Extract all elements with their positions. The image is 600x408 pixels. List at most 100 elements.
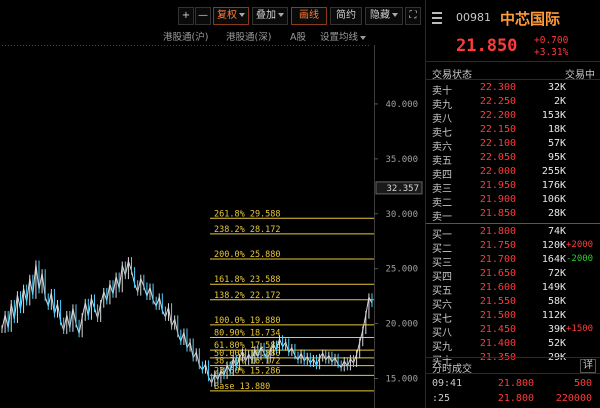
orderbook-row[interactable]: 卖八 22.200 153K — [426, 110, 600, 125]
orderbook-row[interactable]: 卖二 21.900 106K — [426, 194, 600, 209]
grid-dot — [80, 45, 81, 46]
grid-dot — [155, 45, 156, 46]
trades-detail-button[interactable]: 详 — [580, 359, 596, 373]
grid-dot — [14, 45, 15, 46]
orderbook-row[interactable]: 卖一 21.850 28K — [426, 208, 600, 223]
orderbook-row[interactable]: 买五 21.600 149K — [426, 282, 600, 297]
trade-volume: 220000 — [555, 393, 592, 404]
price-tick-label: 30.000 — [385, 210, 418, 220]
grid-dot — [11, 45, 12, 46]
orderbook-level-label: 买八 — [432, 328, 452, 339]
orderbook-row[interactable]: 买三 21.700 164K -2000 — [426, 254, 600, 269]
grid-dot — [203, 45, 204, 46]
orderbook-price: 22.000 — [479, 166, 516, 177]
grid-dot — [359, 45, 360, 46]
grid-dot — [53, 45, 54, 46]
grid-dot — [149, 45, 150, 46]
bars-icon[interactable] — [432, 12, 442, 24]
grid-dot — [287, 45, 288, 46]
grid-dot — [239, 45, 240, 46]
grid-dot — [95, 45, 96, 46]
grid-dot — [248, 45, 249, 46]
orderbook-delta: +1500 — [566, 324, 594, 334]
grid-dot — [326, 45, 327, 46]
grid-dot — [335, 45, 336, 46]
grid-dot — [98, 45, 99, 46]
trade-time: :25 — [432, 393, 451, 404]
chart-area[interactable]: + — 复权 叠加 画线 简约 隐藏 ⛶ 港股通(沪) 港股通(深) A股 设置… — [0, 0, 425, 408]
orderbook-divider — [426, 223, 600, 224]
orderbook-row[interactable]: 卖六 22.100 57K — [426, 138, 600, 153]
trade-time: 09:41 — [432, 378, 463, 389]
grid-dot — [71, 45, 72, 46]
grid-dot — [113, 45, 114, 46]
grid-dot — [104, 45, 105, 46]
orderbook-row[interactable]: 买一 21.800 74K — [426, 226, 600, 241]
orderbook-volume: 57K — [547, 138, 566, 149]
orderbook-row[interactable]: 卖九 22.250 2K — [426, 96, 600, 111]
grid-dot — [296, 45, 297, 46]
grid-dot — [83, 45, 84, 46]
orderbook-delta: +2000 — [566, 240, 594, 250]
orderbook-row[interactable]: 买二 21.750 120K +2000 — [426, 240, 600, 255]
orderbook-row[interactable]: 卖五 22.050 95K — [426, 152, 600, 167]
orderbook-price: 22.100 — [479, 138, 516, 149]
grid-dot — [260, 45, 261, 46]
orderbook-price: 21.850 — [479, 208, 516, 219]
grid-dot — [122, 45, 123, 46]
grid-dot — [263, 45, 264, 46]
orderbook-row[interactable]: 买七 21.500 112K — [426, 310, 600, 325]
orderbook-row[interactable]: 卖四 22.000 255K — [426, 166, 600, 181]
orderbook-level-label: 买七 — [432, 314, 452, 325]
orderbook-price: 21.550 — [479, 296, 516, 307]
grid-dot — [59, 45, 60, 46]
grid-dot — [77, 45, 78, 46]
trade-price: 21.800 — [497, 393, 534, 404]
kline-chart[interactable]: 40.000 35.000 30.000 25.000 20.000 15.000 32.3… — [0, 0, 425, 408]
grid-dot — [305, 45, 306, 46]
orderbook-level-label: 买一 — [432, 230, 452, 241]
grid-dot — [302, 45, 303, 46]
trade-volume: 500 — [573, 378, 592, 389]
grid-dot — [227, 45, 228, 46]
orderbook-level-label: 买四 — [432, 272, 452, 283]
grid-dot — [50, 45, 51, 46]
last-price: 21.850 — [456, 36, 518, 56]
orderbook-row[interactable]: 买四 21.650 72K — [426, 268, 600, 283]
orderbook-row[interactable]: 买六 21.550 58K — [426, 296, 600, 311]
orderbook-volume: 58K — [547, 296, 566, 307]
orderbook-level-label: 卖五 — [432, 156, 452, 167]
orderbook-level-label: 卖六 — [432, 142, 452, 153]
grid-dot — [242, 45, 243, 46]
orderbook-row[interactable]: 卖十 22.300 32K — [426, 82, 600, 97]
grid-dot — [146, 45, 147, 46]
grid-dot — [5, 45, 6, 46]
grid-dot — [194, 45, 195, 46]
grid-dot — [164, 45, 165, 46]
grid-dot — [368, 45, 369, 46]
trades-header: 分时成交 详 — [426, 357, 600, 375]
grid-dot — [317, 45, 318, 46]
orderbook-row[interactable]: 买九 21.400 52K — [426, 338, 600, 353]
orderbook-row[interactable]: 买八 21.450 39K +1500 — [426, 324, 600, 339]
orderbook-level-label: 买三 — [432, 258, 452, 269]
grid-dot — [311, 45, 312, 46]
grid-dot — [212, 45, 213, 46]
grid-dot — [221, 45, 222, 46]
orderbook-row[interactable]: 卖三 21.950 176K — [426, 180, 600, 195]
orderbook-row[interactable]: 卖七 22.150 18K — [426, 124, 600, 139]
grid-dot — [26, 45, 27, 46]
grid-dot — [131, 45, 132, 46]
grid-dot — [329, 45, 330, 46]
grid-dot — [74, 45, 75, 46]
grid-dot — [86, 45, 87, 46]
grid-dot — [290, 45, 291, 46]
fib-level-label: 138.2% 22.172 — [214, 291, 281, 301]
grid-dot — [101, 45, 102, 46]
orderbook-level-label: 卖七 — [432, 128, 452, 139]
change-percent: +3.31% — [534, 47, 569, 58]
grid-dot — [107, 45, 108, 46]
grid-dot — [320, 45, 321, 46]
grid-dot — [209, 45, 210, 46]
quote-header: 00981 中芯国际 21.850 +0.700 +3.31% — [426, 0, 600, 62]
